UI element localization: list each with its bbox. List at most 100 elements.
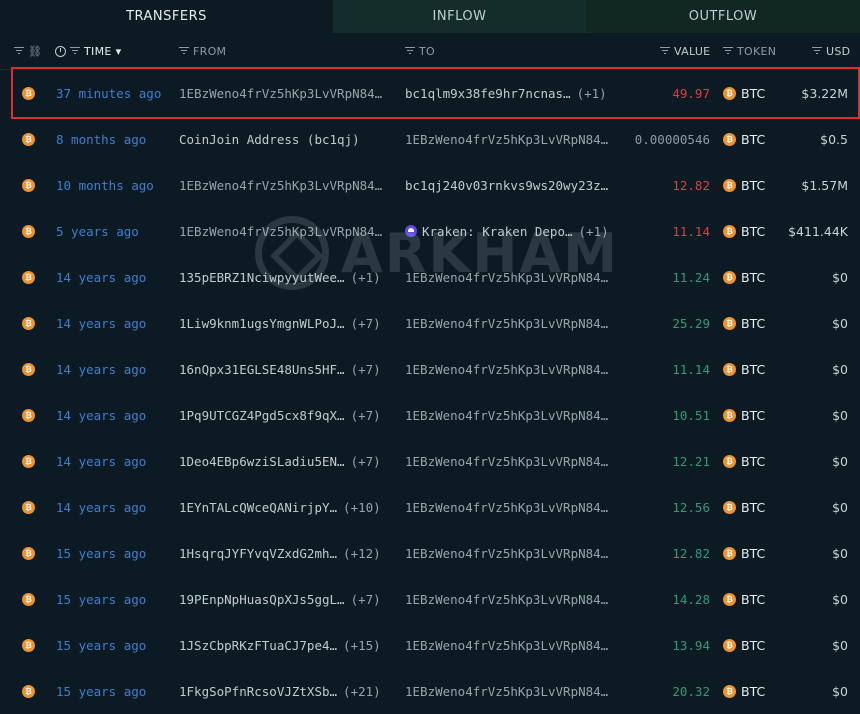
from-cell[interactable]: 1EBzWeno4frVz5hKp3LvVRpN84… — [179, 162, 388, 208]
from-extra-count[interactable]: (+1) — [351, 270, 381, 285]
to-cell[interactable]: 1EBzWeno4frVz5hKp3LvVRpN84… — [405, 484, 614, 530]
token-cell[interactable]: ₿ BTC — [723, 208, 765, 254]
to-header[interactable]: TO — [405, 33, 435, 69]
token-cell[interactable]: ₿ BTC — [723, 576, 765, 622]
to-cell[interactable]: 1EBzWeno4frVz5hKp3LvVRpN84… — [405, 530, 614, 576]
to-address[interactable]: 1EBzWeno4frVz5hKp3LvVRpN84… — [405, 408, 608, 423]
tab-inflow[interactable]: INFLOW — [333, 0, 586, 33]
token-cell[interactable]: ₿ BTC — [723, 254, 765, 300]
time-link[interactable]: 15 years ago — [56, 622, 146, 668]
token-header[interactable]: TOKEN — [723, 33, 776, 69]
table-row[interactable]: ₿ 15 years ago 19PEnpNpHuasQpXJs5ggL… (+7) 1… — [0, 576, 860, 622]
time-link[interactable]: 14 years ago — [56, 438, 146, 484]
from-address[interactable]: 1EYnTALcQWceQANirjpY… — [179, 500, 337, 515]
from-cell[interactable]: 1EYnTALcQWceQANirjpY… (+10) — [179, 484, 381, 530]
to-cell[interactable]: 1EBzWeno4frVz5hKp3LvVRpN84… — [405, 392, 614, 438]
filter-icon[interactable] — [70, 47, 80, 55]
from-cell[interactable]: 19PEnpNpHuasQpXJs5ggL… (+7) — [179, 576, 381, 622]
to-address[interactable]: 1EBzWeno4frVz5hKp3LvVRpN84… — [405, 454, 608, 469]
from-extra-count[interactable]: (+7) — [351, 592, 381, 607]
from-address[interactable]: 1Pq9UTCGZ4Pgd5cx8f9qX… — [179, 408, 345, 423]
time-link[interactable]: 5 years ago — [56, 208, 139, 254]
from-extra-count[interactable]: (+12) — [343, 546, 381, 561]
filter-icon[interactable] — [14, 47, 24, 55]
time-link[interactable]: 14 years ago — [56, 346, 146, 392]
token-cell[interactable]: ₿ BTC — [723, 668, 765, 714]
table-row[interactable]: ₿ 10 months ago 1EBzWeno4frVz5hKp3LvVRpN84… — [0, 162, 860, 208]
table-row[interactable]: ₿ 8 months ago CoinJoin Address (bc1qj) 1EB… — [0, 116, 860, 162]
value-header[interactable]: VALUE — [660, 33, 710, 69]
filter-icon[interactable] — [660, 47, 670, 55]
to-cell[interactable]: 1EBzWeno4frVz5hKp3LvVRpN84… — [405, 438, 614, 484]
to-address[interactable]: 1EBzWeno4frVz5hKp3LvVRpN84… — [405, 500, 608, 515]
from-cell[interactable]: 1EBzWeno4frVz5hKp3LvVRpN84… — [179, 208, 388, 254]
from-address[interactable]: 1Deo4EBp6wziSLadiu5EN… — [179, 454, 345, 469]
to-cell[interactable]: 1EBzWeno4frVz5hKp3LvVRpN84… — [405, 346, 614, 392]
table-row[interactable]: ₿ 14 years ago 135pEBRZ1NciwpyyutWee… (+1) 1… — [0, 254, 860, 300]
from-cell[interactable]: 135pEBRZ1NciwpyyutWee… (+1) — [179, 254, 381, 300]
tab-transfers[interactable]: TRANSFERS — [0, 0, 333, 33]
time-header[interactable]: TIME ▾ — [55, 33, 121, 69]
table-row[interactable]: ₿ 15 years ago 1HsqrqJYFYvqVZxdG2mh… (+12) 1… — [0, 530, 860, 576]
from-address[interactable]: 1Liw9knm1ugsYmgnWLPoJ… — [179, 316, 345, 331]
from-extra-count[interactable]: (+7) — [351, 408, 381, 423]
from-address[interactable]: 19PEnpNpHuasQpXJs5ggL… — [179, 592, 345, 607]
to-cell[interactable]: 1EBzWeno4frVz5hKp3LvVRpN84… — [405, 668, 614, 714]
time-link[interactable]: 8 months ago — [56, 116, 146, 162]
table-row[interactable]: ₿ 15 years ago 1FkgSoPfnRcsoVJZtXSb… (+21) 1… — [0, 668, 860, 714]
from-extra-count[interactable]: (+7) — [351, 362, 381, 377]
link-icon[interactable]: ⛓ — [28, 45, 42, 58]
sort-down-icon[interactable]: ▾ — [116, 45, 122, 58]
from-cell[interactable]: 1JSzCbpRKzFTuaCJ7pe4… (+15) — [179, 622, 381, 668]
table-row[interactable]: ₿ 14 years ago 1EYnTALcQWceQANirjpY… (+10) 1… — [0, 484, 860, 530]
tab-outflow[interactable]: OUTFLOW — [586, 0, 860, 33]
from-cell[interactable]: 16nQpx31EGLSE48Uns5HF… (+7) — [179, 346, 381, 392]
to-cell[interactable]: bc1qj240v03rnkvs9ws20wy23z… — [405, 162, 614, 208]
time-link[interactable]: 15 years ago — [56, 530, 146, 576]
filter-icon[interactable] — [812, 47, 822, 55]
token-cell[interactable]: ₿ BTC — [723, 300, 765, 346]
to-cell[interactable]: 1EBzWeno4frVz5hKp3LvVRpN84… — [405, 116, 614, 162]
from-cell[interactable]: 1Pq9UTCGZ4Pgd5cx8f9qX… (+7) — [179, 392, 381, 438]
to-address[interactable]: 1EBzWeno4frVz5hKp3LvVRpN84… — [405, 270, 608, 285]
to-address[interactable]: 1EBzWeno4frVz5hKp3LvVRpN84… — [405, 362, 608, 377]
token-cell[interactable]: ₿ BTC — [723, 392, 765, 438]
usd-header[interactable]: USD — [812, 33, 850, 69]
from-address[interactable]: 1FkgSoPfnRcsoVJZtXSb… — [179, 684, 337, 699]
from-address[interactable]: 1JSzCbpRKzFTuaCJ7pe4… — [179, 638, 337, 653]
from-address[interactable]: 1EBzWeno4frVz5hKp3LvVRpN84… — [179, 178, 382, 193]
table-row[interactable]: ₿ 14 years ago 16nQpx31EGLSE48Uns5HF… (+7) 1… — [0, 346, 860, 392]
to-address[interactable]: 1EBzWeno4frVz5hKp3LvVRpN84… — [405, 546, 608, 561]
to-cell[interactable]: 1EBzWeno4frVz5hKp3LvVRpN84… — [405, 576, 614, 622]
to-cell[interactable]: 1EBzWeno4frVz5hKp3LvVRpN84… — [405, 300, 614, 346]
token-cell[interactable]: ₿ BTC — [723, 622, 765, 668]
from-address[interactable]: 1EBzWeno4frVz5hKp3LvVRpN84… — [179, 224, 382, 239]
table-row[interactable]: ₿ 5 years ago 1EBzWeno4frVz5hKp3LvVRpN84… K… — [0, 208, 860, 254]
to-address[interactable]: 1EBzWeno4frVz5hKp3LvVRpN84… — [405, 316, 608, 331]
from-extra-count[interactable]: (+21) — [343, 684, 381, 699]
time-link[interactable]: 14 years ago — [56, 300, 146, 346]
from-address[interactable]: 16nQpx31EGLSE48Uns5HF… — [179, 362, 345, 377]
to-address[interactable]: 1EBzWeno4frVz5hKp3LvVRpN84… — [405, 684, 608, 699]
from-cell[interactable]: 1Liw9knm1ugsYmgnWLPoJ… (+7) — [179, 300, 381, 346]
time-link[interactable]: 14 years ago — [56, 484, 146, 530]
from-address[interactable]: 1HsqrqJYFYvqVZxdG2mh… — [179, 546, 337, 561]
to-address[interactable]: 1EBzWeno4frVz5hKp3LvVRpN84… — [405, 592, 608, 607]
to-address[interactable]: bc1qj240v03rnkvs9ws20wy23z… — [405, 178, 608, 193]
filter-icon[interactable] — [179, 47, 189, 55]
from-extra-count[interactable]: (+7) — [351, 316, 381, 331]
time-link[interactable]: 10 months ago — [56, 162, 154, 208]
to-extra-count[interactable]: (+1) — [579, 224, 609, 239]
token-cell[interactable]: ₿ BTC — [723, 484, 765, 530]
token-cell[interactable]: ₿ BTC — [723, 162, 765, 208]
to-cell[interactable]: 1EBzWeno4frVz5hKp3LvVRpN84… — [405, 622, 614, 668]
from-cell[interactable]: 1HsqrqJYFYvqVZxdG2mh… (+12) — [179, 530, 381, 576]
from-cell[interactable]: 1FkgSoPfnRcsoVJZtXSb… (+21) — [179, 668, 381, 714]
token-cell[interactable]: ₿ BTC — [723, 346, 765, 392]
to-address[interactable]: Kraken: Kraken Depo… — [422, 224, 573, 239]
filter-icon[interactable] — [723, 47, 733, 55]
table-row[interactable]: ₿ 15 years ago 1JSzCbpRKzFTuaCJ7pe4… (+15) 1… — [0, 622, 860, 668]
token-cell[interactable]: ₿ BTC — [723, 530, 765, 576]
table-row[interactable]: ₿ 14 years ago 1Deo4EBp6wziSLadiu5EN… (+7) 1… — [0, 438, 860, 484]
from-cell[interactable]: 1Deo4EBp6wziSLadiu5EN… (+7) — [179, 438, 381, 484]
